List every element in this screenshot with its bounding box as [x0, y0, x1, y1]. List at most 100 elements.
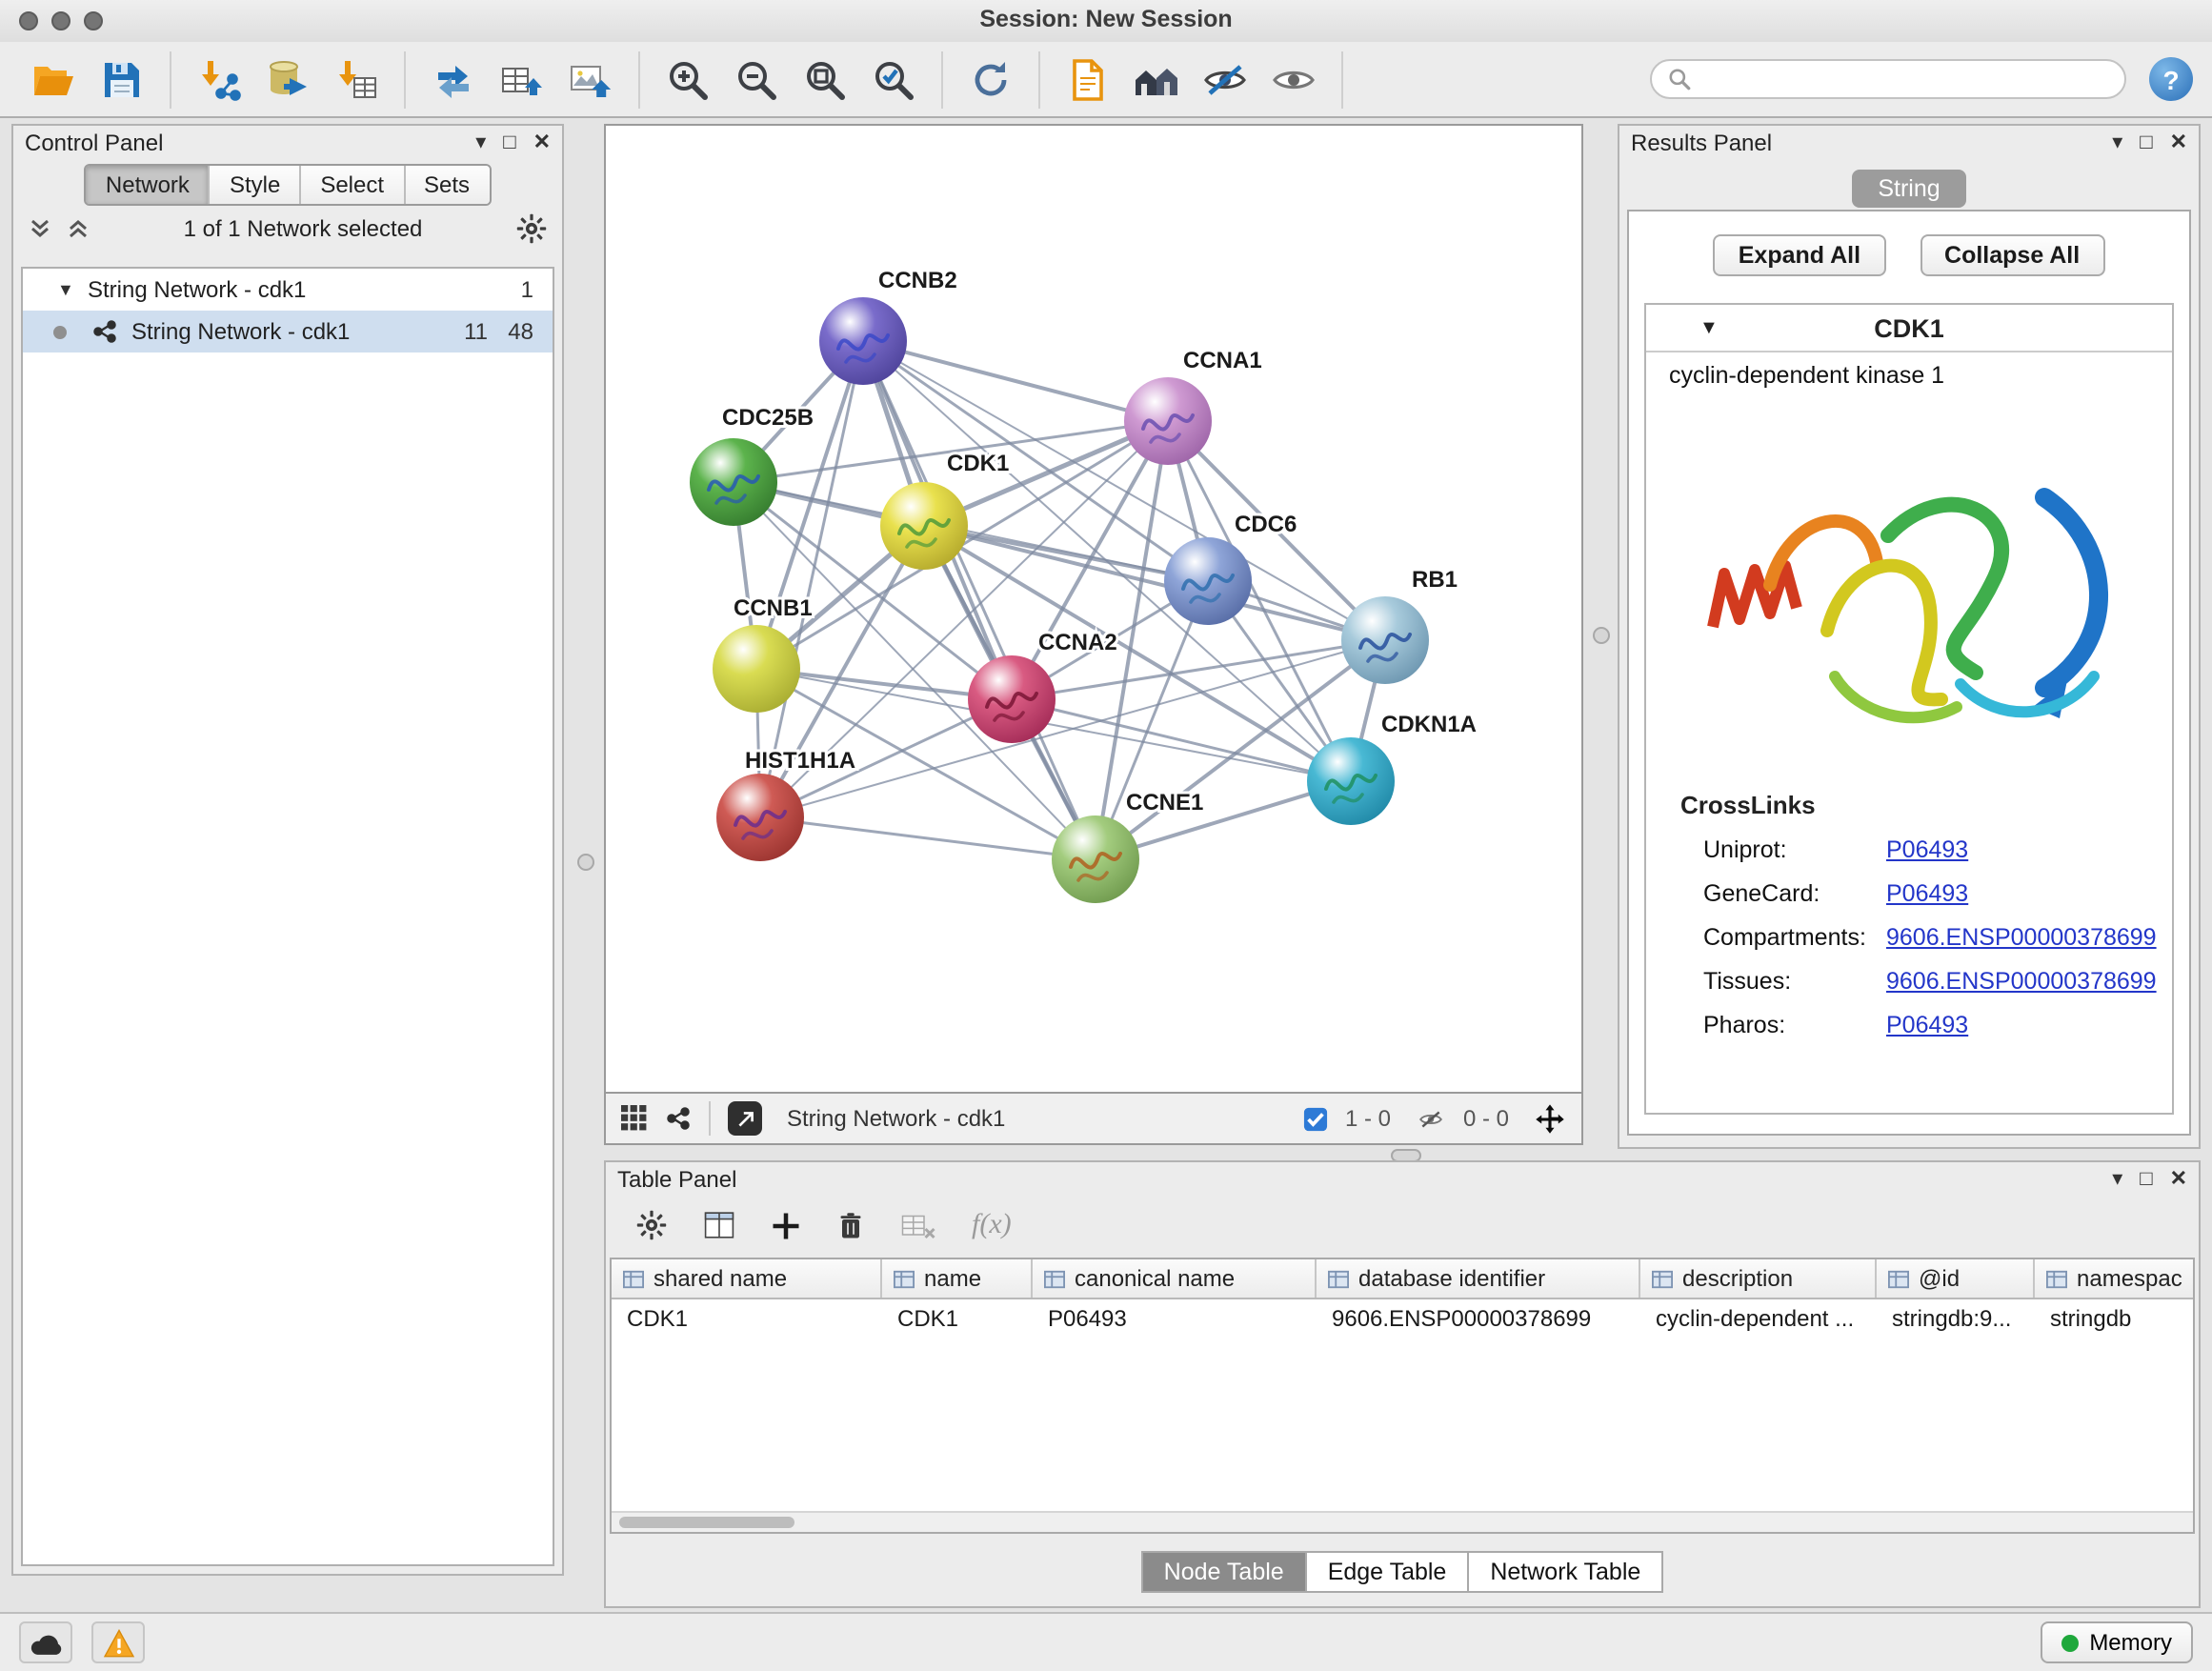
tab-network-table[interactable]: Network Table	[1469, 1551, 1663, 1593]
search-box[interactable]	[1650, 59, 2126, 99]
table-cell: cyclin-dependent ...	[1640, 1299, 1877, 1338]
zoom-fit-button[interactable]	[793, 49, 857, 110]
crosslink-value-link[interactable]: 9606.ENSP00000378699	[1886, 967, 2157, 994]
tab-sets[interactable]: Sets	[403, 166, 489, 204]
show-details-button[interactable]	[1261, 49, 1326, 110]
import-network-from-database-button[interactable]	[255, 49, 320, 110]
column-header-name[interactable]: name	[882, 1259, 1033, 1298]
crosslink-value-link[interactable]: P06493	[1886, 879, 1968, 906]
zoom-out-button[interactable]	[724, 49, 789, 110]
memory-button[interactable]: Memory	[2040, 1621, 2193, 1663]
import-table-from-file-button[interactable]	[324, 49, 389, 110]
network-collection-row[interactable]: ▼ String Network - cdk1 1	[23, 269, 553, 311]
column-header--id[interactable]: @id	[1877, 1259, 2035, 1298]
network-node-CCNB1[interactable]	[713, 625, 800, 713]
panel-menu-icon[interactable]: ▾	[2112, 132, 2122, 153]
network-tree: ▼ String Network - cdk1 1 String Network…	[21, 267, 554, 1566]
add-column-icon[interactable]	[772, 1211, 800, 1239]
splitter-grip[interactable]	[577, 854, 594, 871]
column-header-canonical-name[interactable]: canonical name	[1033, 1259, 1317, 1298]
panel-float-icon[interactable]: □	[503, 132, 515, 153]
horizontal-scrollbar[interactable]	[612, 1511, 2193, 1532]
delete-column-trash-icon[interactable]	[836, 1210, 865, 1240]
network-overview-icon[interactable]	[665, 1105, 692, 1132]
show-columns-icon[interactable]	[703, 1210, 735, 1240]
help-button[interactable]: ?	[2149, 57, 2193, 101]
crosslink-value-link[interactable]: P06493	[1886, 836, 1968, 862]
gear-icon[interactable]	[516, 213, 547, 244]
zoom-selected-button[interactable]	[861, 49, 926, 110]
panel-menu-icon[interactable]: ▾	[475, 132, 486, 153]
exchange-arrows-icon	[431, 56, 476, 102]
open-session-button[interactable]	[21, 49, 86, 110]
selected-checkbox-icon[interactable]	[1303, 1106, 1328, 1131]
scrollbar-thumb[interactable]	[619, 1517, 794, 1528]
panel-close-icon[interactable]: ✕	[533, 132, 551, 153]
zoom-fit-icon	[802, 56, 848, 102]
expand-all-button[interactable]: Expand All	[1714, 234, 1885, 276]
collapse-all-icon[interactable]	[29, 217, 51, 240]
panel-close-icon[interactable]: ✕	[2170, 1169, 2187, 1190]
copy-network-button[interactable]	[1056, 49, 1120, 110]
column-label: canonical name	[1075, 1265, 1235, 1292]
cloud-status-button[interactable]	[19, 1621, 72, 1663]
birdseye-button[interactable]	[728, 1101, 762, 1136]
home-button[interactable]	[1124, 49, 1189, 110]
splitter-grip[interactable]	[1593, 627, 1610, 644]
panel-float-icon[interactable]: □	[2140, 1169, 2152, 1190]
save-floppy-icon	[99, 56, 145, 102]
panel-menu-icon[interactable]: ▾	[2112, 1169, 2122, 1190]
column-label: database identifier	[1358, 1265, 1545, 1292]
crosslink-value-link[interactable]: 9606.ENSP00000378699	[1886, 923, 2157, 950]
network-row-selected[interactable]: String Network - cdk1 11 48	[23, 311, 553, 352]
save-session-button[interactable]	[90, 49, 154, 110]
node-section-header[interactable]: ▼ CDK1	[1646, 305, 2172, 352]
toggle-hidden-button[interactable]	[1193, 49, 1257, 110]
crosslink-value-link[interactable]: P06493	[1886, 1011, 1968, 1037]
expand-all-icon[interactable]	[67, 217, 90, 240]
column-label: name	[924, 1265, 981, 1292]
disclosure-triangle-icon[interactable]: ▼	[57, 280, 74, 299]
zoom-in-button[interactable]	[655, 49, 720, 110]
table-row[interactable]: CDK1CDK1P064939606.ENSP00000378699cyclin…	[612, 1299, 2193, 1338]
table-settings-gear-icon[interactable]	[636, 1210, 667, 1240]
tab-string[interactable]: String	[1851, 170, 1966, 208]
zoom-out-icon	[734, 56, 779, 102]
column-header-database-identifier[interactable]: database identifier	[1317, 1259, 1640, 1298]
node-table: shared name name canonical name database id…	[610, 1258, 2195, 1534]
column-label: @id	[1919, 1265, 1960, 1292]
move-crosshair-icon[interactable]	[1534, 1102, 1566, 1135]
export-network-button[interactable]	[421, 49, 486, 110]
warnings-button[interactable]	[91, 1621, 145, 1663]
panel-float-icon[interactable]: □	[2140, 132, 2152, 153]
delete-table-icon[interactable]	[901, 1211, 935, 1239]
hidden-eye-icon[interactable]	[1416, 1106, 1446, 1131]
tab-node-table[interactable]: Node Table	[1141, 1551, 1307, 1593]
network-view-canvas[interactable]: CCNB2CCNA1CDC25BCDK1CDC6RB1CCNB1CCNA2CDK…	[604, 124, 1583, 1094]
apply-layout-button[interactable]	[958, 49, 1023, 110]
network-edge-HIST1H1A-CCNE1[interactable]	[760, 817, 1096, 859]
tab-select[interactable]: Select	[299, 166, 403, 204]
function-builder-icon[interactable]: f(x)	[972, 1209, 1012, 1241]
disclosure-triangle-icon[interactable]: ▼	[1699, 317, 1719, 338]
grid-view-icon[interactable]	[621, 1105, 648, 1132]
panel-close-icon[interactable]: ✕	[2170, 132, 2187, 153]
zoom-selected-icon	[871, 56, 916, 102]
column-header-namespac[interactable]: namespac	[2035, 1259, 2195, 1298]
network-row-label: String Network - cdk1	[131, 318, 350, 345]
collapse-all-button[interactable]: Collapse All	[1920, 234, 2104, 276]
import-network-from-file-button[interactable]	[187, 49, 251, 110]
tab-network[interactable]: Network	[87, 166, 209, 204]
network-collection-count: 1	[521, 276, 533, 303]
network-svg[interactable]: CCNB2CCNA1CDC25BCDK1CDC6RB1CCNB1CCNA2CDK…	[606, 126, 1581, 1092]
column-header-shared-name[interactable]: shared name	[612, 1259, 882, 1298]
export-image-button[interactable]	[558, 49, 623, 110]
column-header-description[interactable]: description	[1640, 1259, 1877, 1298]
tab-edge-table[interactable]: Edge Table	[1307, 1551, 1470, 1593]
crosslink-row: Tissues:9606.ENSP00000378699	[1646, 958, 2172, 1002]
export-table-button[interactable]	[490, 49, 554, 110]
network-edge-CCNB2-CCNE1[interactable]	[863, 341, 1096, 859]
search-input[interactable]	[1692, 64, 2109, 94]
tab-style[interactable]: Style	[209, 166, 299, 204]
column-type-icon	[1652, 1268, 1673, 1289]
